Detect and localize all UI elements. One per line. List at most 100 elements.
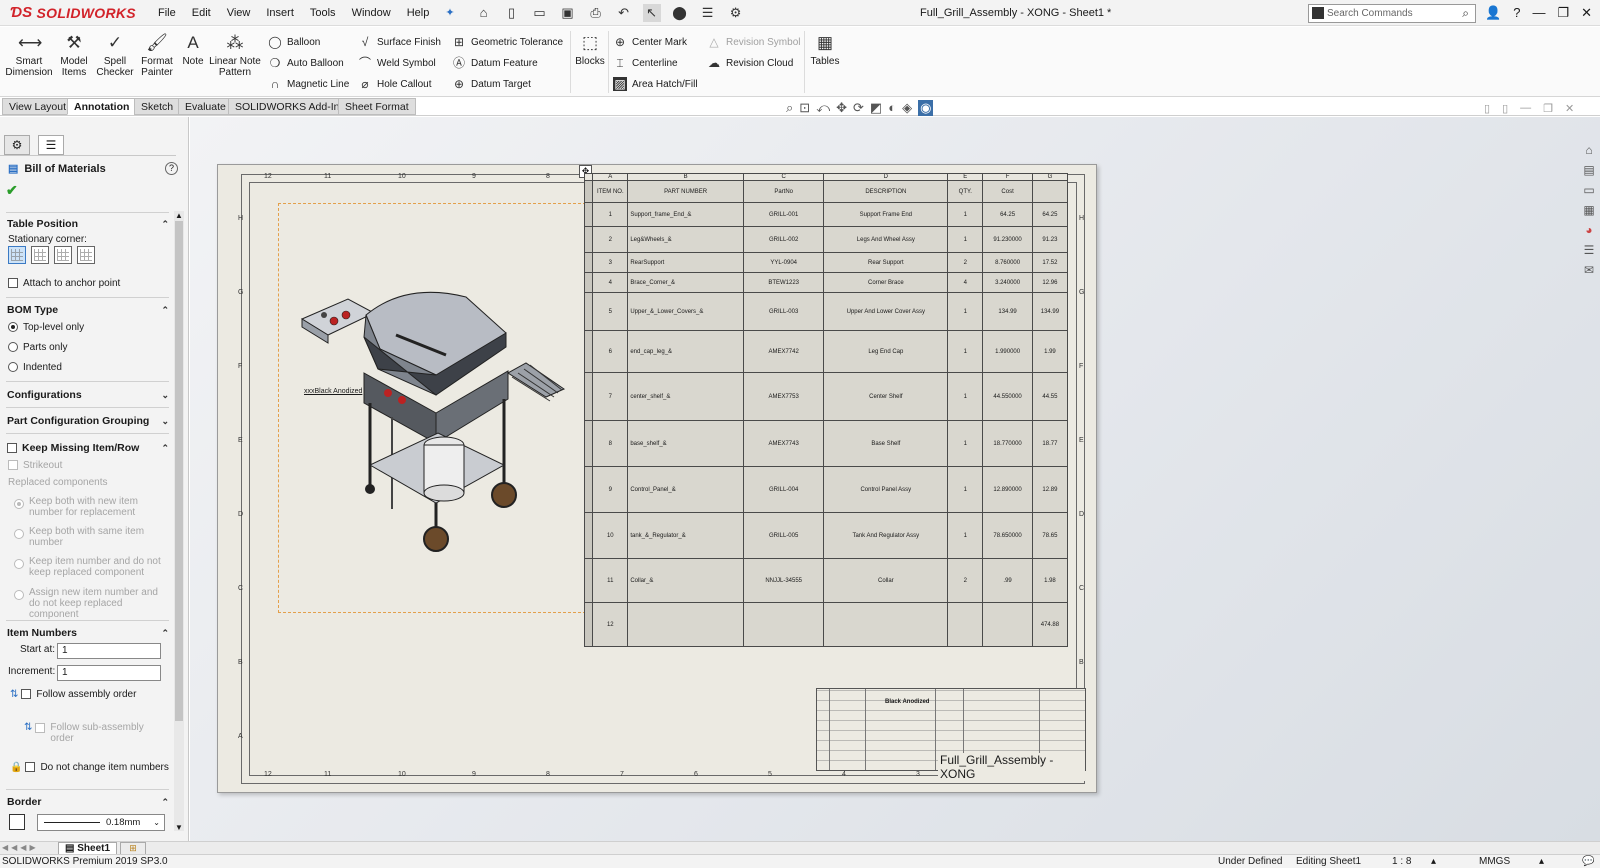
minimize-icon[interactable]: — xyxy=(1532,0,1545,26)
expand-icon[interactable]: ⌄ xyxy=(161,390,169,401)
col-letter[interactable]: F xyxy=(982,173,1033,181)
datum-target-button[interactable]: ⊕ Datum Target xyxy=(452,76,531,92)
table-cell[interactable]: AMEX7743 xyxy=(742,420,825,467)
strikeout-checkbox[interactable]: Strikeout xyxy=(8,460,62,471)
material-note[interactable]: xxxBlack Anodized xyxy=(304,388,362,395)
table-row[interactable]: 9 Control_Panel_& GRILL-004 Control Panel A… xyxy=(583,466,1069,513)
table-cell[interactable] xyxy=(823,602,949,647)
header-part-number[interactable]: PART NUMBER xyxy=(627,180,744,203)
radio-keep-both-new[interactable]: Keep both with new item number for repla… xyxy=(14,496,166,518)
doc-minimize-icon[interactable]: — xyxy=(1520,102,1531,115)
panel-scrollbar[interactable] xyxy=(174,211,184,831)
hide-show-icon[interactable]: ◐ xyxy=(888,100,896,116)
collapse-icon[interactable]: ⌃ xyxy=(161,443,169,454)
scroll-up-icon[interactable]: ▲ xyxy=(174,211,184,220)
tab-view-layout[interactable]: View Layout xyxy=(2,98,74,115)
row-handle[interactable] xyxy=(583,558,594,603)
table-cell[interactable]: 18.77 xyxy=(1031,420,1069,467)
do-not-change-checkbox[interactable]: 🔒 Do not change item numbers xyxy=(10,762,169,773)
chat-icon[interactable]: 💬 xyxy=(1582,855,1594,868)
table-cell[interactable]: 8 xyxy=(592,420,629,467)
table-cell[interactable]: Corner Brace xyxy=(823,272,949,293)
traffic-light-icon[interactable]: ⬤ xyxy=(671,4,689,22)
table-cell[interactable]: 1 xyxy=(947,420,984,467)
scrollbar-thumb[interactable] xyxy=(175,221,183,721)
rotate-icon[interactable]: ⟳ xyxy=(853,100,864,116)
scroll-down-icon[interactable]: ▼ xyxy=(174,823,184,832)
pan-icon[interactable]: ✥ xyxy=(836,100,847,116)
table-cell[interactable]: 12.89 xyxy=(1031,466,1069,513)
table-cell[interactable]: 1.99 xyxy=(1031,330,1069,373)
table-cell[interactable]: 3 xyxy=(592,252,629,273)
border-width-select[interactable]: 0.18mm ⌄ xyxy=(37,814,165,831)
table-cell[interactable]: 8.760000 xyxy=(982,252,1033,273)
corner-top-right-button[interactable] xyxy=(31,246,49,264)
table-cell[interactable]: Control Panel Assy xyxy=(823,466,949,513)
property-manager-tab-icon[interactable]: ☰ xyxy=(38,135,64,155)
increment-input[interactable]: 1 xyxy=(57,665,161,681)
menu-view[interactable]: View xyxy=(219,0,259,26)
datum-feature-button[interactable]: Ⓐ Datum Feature xyxy=(452,55,538,71)
table-cell[interactable]: Collar_& xyxy=(627,558,744,603)
checkbox-icon[interactable] xyxy=(7,443,17,454)
table-cell[interactable]: 1 xyxy=(947,202,984,227)
table-cell[interactable]: Upper And Lower Cover Assy xyxy=(823,292,949,331)
table-cell[interactable]: 5 xyxy=(592,292,629,331)
border-box-icon[interactable] xyxy=(9,814,25,830)
expand-icon[interactable]: ⌄ xyxy=(161,416,169,427)
table-cell[interactable]: end_cap_leg_& xyxy=(627,330,744,373)
open-icon[interactable]: ▭ xyxy=(531,4,549,22)
table-row[interactable]: 5 Upper_&_Lower_Covers_& GRILL-003 Upper An… xyxy=(583,292,1069,331)
table-cell[interactable]: 3.240000 xyxy=(982,272,1033,293)
surface-finish-button[interactable]: √ Surface Finish xyxy=(358,34,441,50)
radio-assign-new[interactable]: Assign new item number and do not keep r… xyxy=(14,587,166,620)
view-palette-icon[interactable]: ▦ xyxy=(1581,202,1597,218)
table-cell[interactable]: Support Frame End xyxy=(823,202,949,227)
table-cell[interactable]: RearSupport xyxy=(627,252,744,273)
table-cell[interactable]: 1 xyxy=(947,512,984,559)
radio-indented[interactable]: Indented xyxy=(8,362,62,373)
table-row[interactable]: 4 Brace_Corner_& BTEW1223 Corner Brace 4 3.24… xyxy=(583,272,1069,293)
menu-insert[interactable]: Insert xyxy=(258,0,302,26)
section-item-numbers[interactable]: Item Numbers ⌃ xyxy=(7,625,169,641)
table-cell[interactable]: Legs And Wheel Assy xyxy=(823,226,949,253)
table-row[interactable]: 7 center_shelf_& AMEX7753 Center Shelf 1 44.5… xyxy=(583,372,1069,421)
collapse-icon[interactable]: ⌃ xyxy=(161,305,169,316)
title-block[interactable]: Black Anodized Full_Grill_Assembly - XON… xyxy=(816,688,1086,781)
pin-icon[interactable]: ✦ xyxy=(437,0,462,26)
section-bom-type[interactable]: BOM Type ⌃ xyxy=(7,302,169,318)
scale-up-icon[interactable]: ▴ xyxy=(1431,855,1436,868)
options-gear-icon[interactable]: ⚙ xyxy=(727,4,745,22)
resources-home-icon[interactable]: ⌂ xyxy=(1581,142,1597,158)
table-cell[interactable]: Center Shelf xyxy=(823,372,949,421)
table-cell[interactable]: Tank And Regulator Assy xyxy=(823,512,949,559)
table-cell[interactable] xyxy=(627,602,744,647)
table-cell[interactable]: 44.550000 xyxy=(982,372,1033,421)
table-cell[interactable]: 64.25 xyxy=(982,202,1033,227)
doc-close-icon[interactable]: ✕ xyxy=(1565,102,1574,115)
blocks-button[interactable]: ⬚ Blocks xyxy=(574,33,606,67)
table-row[interactable]: 6 end_cap_leg_& AMEX7742 Leg End Cap 1 1.9900… xyxy=(583,330,1069,373)
table-cell[interactable]: GRILL-003 xyxy=(742,292,825,331)
table-cell[interactable]: Brace_Corner_& xyxy=(627,272,744,293)
smart-dimension-button[interactable]: ⟷ Smart Dimension xyxy=(4,33,54,78)
format-painter-button[interactable]: 🖌 Format Painter xyxy=(137,33,177,78)
table-cell[interactable] xyxy=(982,602,1033,647)
grill-isometric-view[interactable] xyxy=(296,277,568,559)
table-cell[interactable]: 134.99 xyxy=(1031,292,1069,331)
tab-addins[interactable]: SOLIDWORKS Add-Ins xyxy=(228,98,352,115)
table-cell[interactable]: 7 xyxy=(592,372,629,421)
row-handle[interactable] xyxy=(583,330,594,373)
radio-keep-item-number[interactable]: Keep item number and do not keep replace… xyxy=(14,556,166,578)
collapse-icon[interactable]: ⌃ xyxy=(161,628,169,639)
bom-table[interactable]: A B C D E F G ITEM NO. PART NUMBER PartN… xyxy=(583,173,1069,647)
table-cell[interactable]: Collar xyxy=(823,558,949,603)
section-border[interactable]: Border ⌃ xyxy=(7,794,169,810)
help-icon[interactable]: ? xyxy=(1513,0,1520,26)
menu-edit[interactable]: Edit xyxy=(184,0,219,26)
table-cell[interactable] xyxy=(742,602,825,647)
table-cell[interactable]: 6 xyxy=(592,330,629,373)
zoom-area-icon[interactable]: ⊡ xyxy=(799,100,810,116)
table-cell[interactable]: center_shelf_& xyxy=(627,372,744,421)
table-row[interactable]: 2 Leg&Wheels_& GRILL-002 Legs And Wheel Ass… xyxy=(583,226,1069,253)
